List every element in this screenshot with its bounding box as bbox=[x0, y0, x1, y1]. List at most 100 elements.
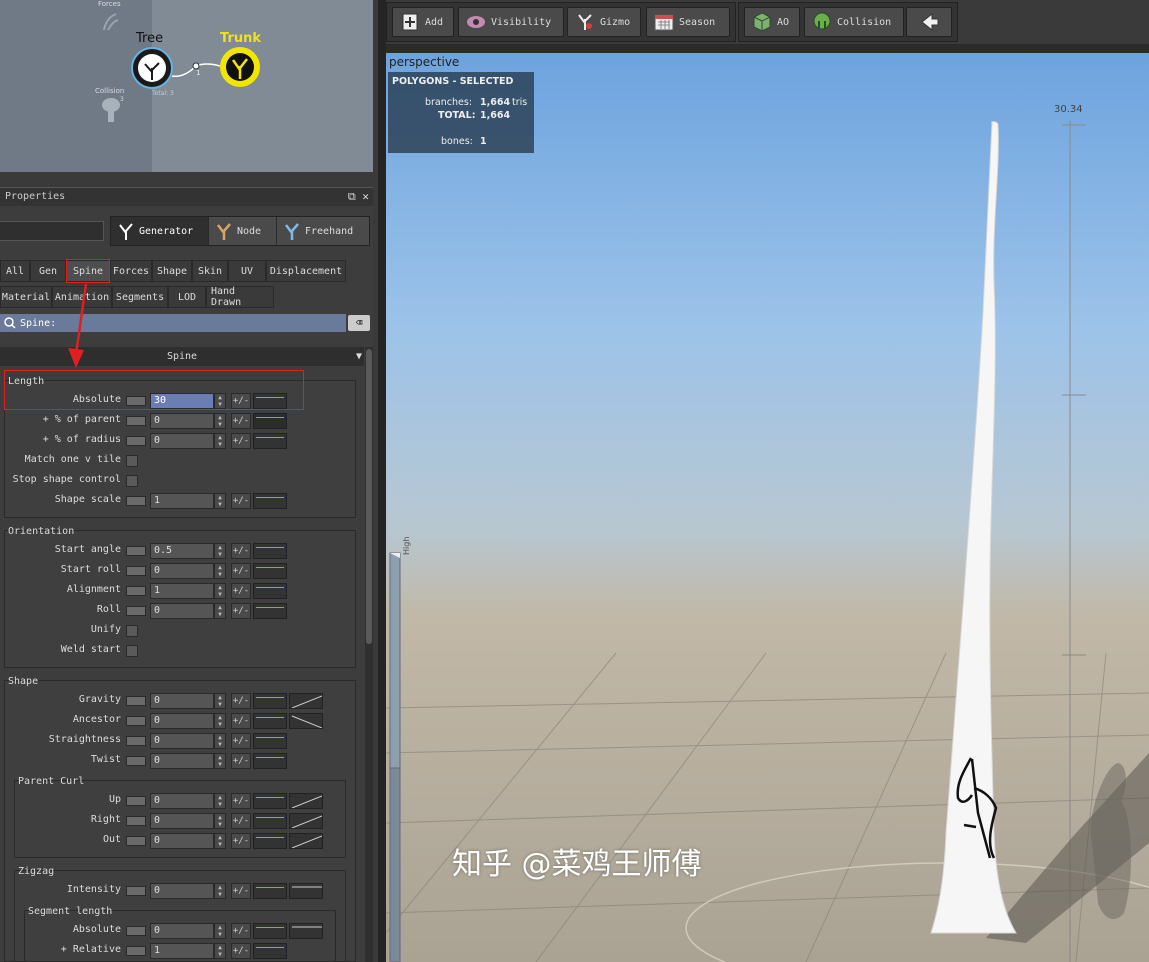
curve-editor[interactable] bbox=[253, 693, 287, 709]
curl-up-input[interactable]: 0 bbox=[150, 793, 214, 809]
3d-viewport[interactable]: perspective POLYGONS - SELECTED branches… bbox=[386, 53, 1149, 962]
variance-button[interactable]: +/- bbox=[231, 563, 251, 579]
profile-curve-editor[interactable] bbox=[289, 883, 323, 899]
property-search-input[interactable]: Spine: bbox=[0, 314, 346, 332]
tab-displacement[interactable]: Displacement bbox=[266, 260, 346, 282]
curve-editor[interactable] bbox=[253, 833, 287, 849]
trunk-node[interactable] bbox=[219, 46, 261, 88]
curve-editor[interactable] bbox=[253, 923, 287, 939]
curve-editor[interactable] bbox=[253, 543, 287, 559]
tree-node[interactable] bbox=[130, 46, 174, 90]
tab-forces[interactable]: Forces bbox=[110, 260, 152, 282]
shape-scale-input[interactable]: 1 bbox=[150, 493, 214, 509]
spine-section-header[interactable]: Spine ▼ bbox=[0, 347, 364, 366]
curve-editor[interactable] bbox=[253, 413, 287, 429]
zigzag-intensity-input[interactable]: 0 bbox=[150, 883, 214, 899]
tab-gen[interactable]: Gen bbox=[30, 260, 66, 282]
profile-curve-editor[interactable] bbox=[289, 833, 323, 849]
straightness-input[interactable]: 0 bbox=[150, 733, 214, 749]
viewport-camera-label[interactable]: perspective bbox=[389, 55, 459, 69]
visibility-button[interactable]: Visibility bbox=[458, 7, 564, 37]
twist-input[interactable]: 0 bbox=[150, 753, 214, 769]
spinner-icon[interactable]: ▲ ▼ bbox=[214, 693, 226, 709]
curve-editor[interactable] bbox=[253, 883, 287, 899]
node-graph[interactable]: Forces Tree Total: 3 1 Trunk Collision 3 bbox=[0, 0, 373, 172]
variance-button[interactable]: +/- bbox=[231, 923, 251, 939]
twist-toggle[interactable] bbox=[126, 756, 146, 766]
tab-skin[interactable]: Skin bbox=[192, 260, 228, 282]
gravity-input[interactable]: 0 bbox=[150, 693, 214, 709]
collapse-arrow-icon[interactable]: ▼ bbox=[356, 347, 362, 366]
curve-editor[interactable] bbox=[253, 733, 287, 749]
variance-button[interactable]: +/- bbox=[231, 413, 251, 429]
segment-relative-toggle[interactable] bbox=[126, 946, 146, 956]
curl-right-input[interactable]: 0 bbox=[150, 813, 214, 829]
variance-button[interactable]: +/- bbox=[231, 693, 251, 709]
unify-checkbox[interactable] bbox=[126, 625, 138, 637]
curl-up-toggle[interactable] bbox=[126, 796, 146, 806]
segment-absolute-toggle[interactable] bbox=[126, 926, 146, 936]
length-parent-toggle[interactable] bbox=[126, 416, 146, 426]
spinner-icon[interactable]: ▲ ▼ bbox=[214, 713, 226, 729]
clear-search-button[interactable]: ⌫ bbox=[348, 315, 370, 331]
weld-start-checkbox[interactable] bbox=[126, 645, 138, 657]
start-angle-toggle[interactable] bbox=[126, 546, 146, 556]
variance-button[interactable]: +/- bbox=[231, 833, 251, 849]
gravity-toggle[interactable] bbox=[126, 696, 146, 706]
spinner-icon[interactable]: ▲ ▼ bbox=[214, 883, 226, 899]
segment-relative-input[interactable]: 1 bbox=[150, 943, 214, 959]
curve-editor[interactable] bbox=[253, 943, 287, 959]
profile-curve-editor[interactable] bbox=[289, 793, 323, 809]
brightness-slider-track[interactable] bbox=[389, 552, 401, 769]
spinner-icon[interactable]: ▲ ▼ bbox=[214, 793, 226, 809]
tab-segments[interactable]: Segments bbox=[112, 286, 168, 308]
spinner-icon[interactable]: ▲ ▼ bbox=[214, 943, 226, 959]
spinner-icon[interactable]: ▲ ▼ bbox=[214, 563, 226, 579]
spinner-icon[interactable]: ▲ ▼ bbox=[214, 433, 226, 449]
length-parent-input[interactable]: 0 bbox=[150, 413, 214, 429]
segment-absolute-input[interactable]: 0 bbox=[150, 923, 214, 939]
trunk-mesh[interactable] bbox=[930, 121, 1017, 934]
ancestor-input[interactable]: 0 bbox=[150, 713, 214, 729]
curve-editor[interactable] bbox=[253, 433, 287, 449]
float-panel-icon[interactable]: ⧉ bbox=[348, 190, 356, 203]
zigzag-intensity-toggle[interactable] bbox=[126, 886, 146, 896]
collision-button[interactable]: Collision bbox=[804, 7, 904, 37]
variance-button[interactable]: +/- bbox=[231, 793, 251, 809]
spinner-icon[interactable]: ▲ ▼ bbox=[214, 813, 226, 829]
alignment-input[interactable]: 1 bbox=[150, 583, 214, 599]
variance-button[interactable]: +/- bbox=[231, 733, 251, 749]
collision-node-icon[interactable] bbox=[100, 96, 122, 126]
spinner-icon[interactable]: ▲ ▼ bbox=[214, 543, 226, 559]
spinner-icon[interactable]: ▲ ▼ bbox=[214, 753, 226, 769]
gizmo-button[interactable]: Gizmo bbox=[567, 7, 641, 37]
roll-input[interactable]: 0 bbox=[150, 603, 214, 619]
mode-node-button[interactable]: Node bbox=[209, 217, 277, 245]
variance-button[interactable]: +/- bbox=[231, 813, 251, 829]
generator-name-field[interactable] bbox=[0, 221, 104, 241]
add-button[interactable]: Add bbox=[392, 7, 454, 37]
tab-uv[interactable]: UV bbox=[228, 260, 266, 282]
spinner-icon[interactable]: ▲ ▼ bbox=[214, 603, 226, 619]
curve-editor[interactable] bbox=[253, 753, 287, 769]
spinner-icon[interactable]: ▲ ▼ bbox=[214, 583, 226, 599]
length-radius-input[interactable]: 0 bbox=[150, 433, 214, 449]
tab-all[interactable]: All bbox=[0, 260, 30, 282]
spinner-icon[interactable]: ▲ ▼ bbox=[214, 413, 226, 429]
shape-scale-toggle[interactable] bbox=[126, 496, 146, 506]
straightness-toggle[interactable] bbox=[126, 736, 146, 746]
start-angle-input[interactable]: 0.5 bbox=[150, 543, 214, 559]
profile-curve-editor[interactable] bbox=[289, 693, 323, 709]
curl-right-toggle[interactable] bbox=[126, 816, 146, 826]
curve-editor[interactable] bbox=[253, 583, 287, 599]
ao-button[interactable]: AO bbox=[744, 7, 800, 37]
curve-editor[interactable] bbox=[253, 713, 287, 729]
curve-editor[interactable] bbox=[253, 603, 287, 619]
profile-curve-editor[interactable] bbox=[289, 923, 323, 939]
spinner-icon[interactable]: ▲ ▼ bbox=[214, 833, 226, 849]
variance-button[interactable]: +/- bbox=[231, 943, 251, 959]
variance-button[interactable]: +/- bbox=[231, 713, 251, 729]
match-one-v-tile-checkbox[interactable] bbox=[126, 455, 138, 467]
ancestor-toggle[interactable] bbox=[126, 716, 146, 726]
variance-button[interactable]: +/- bbox=[231, 753, 251, 769]
